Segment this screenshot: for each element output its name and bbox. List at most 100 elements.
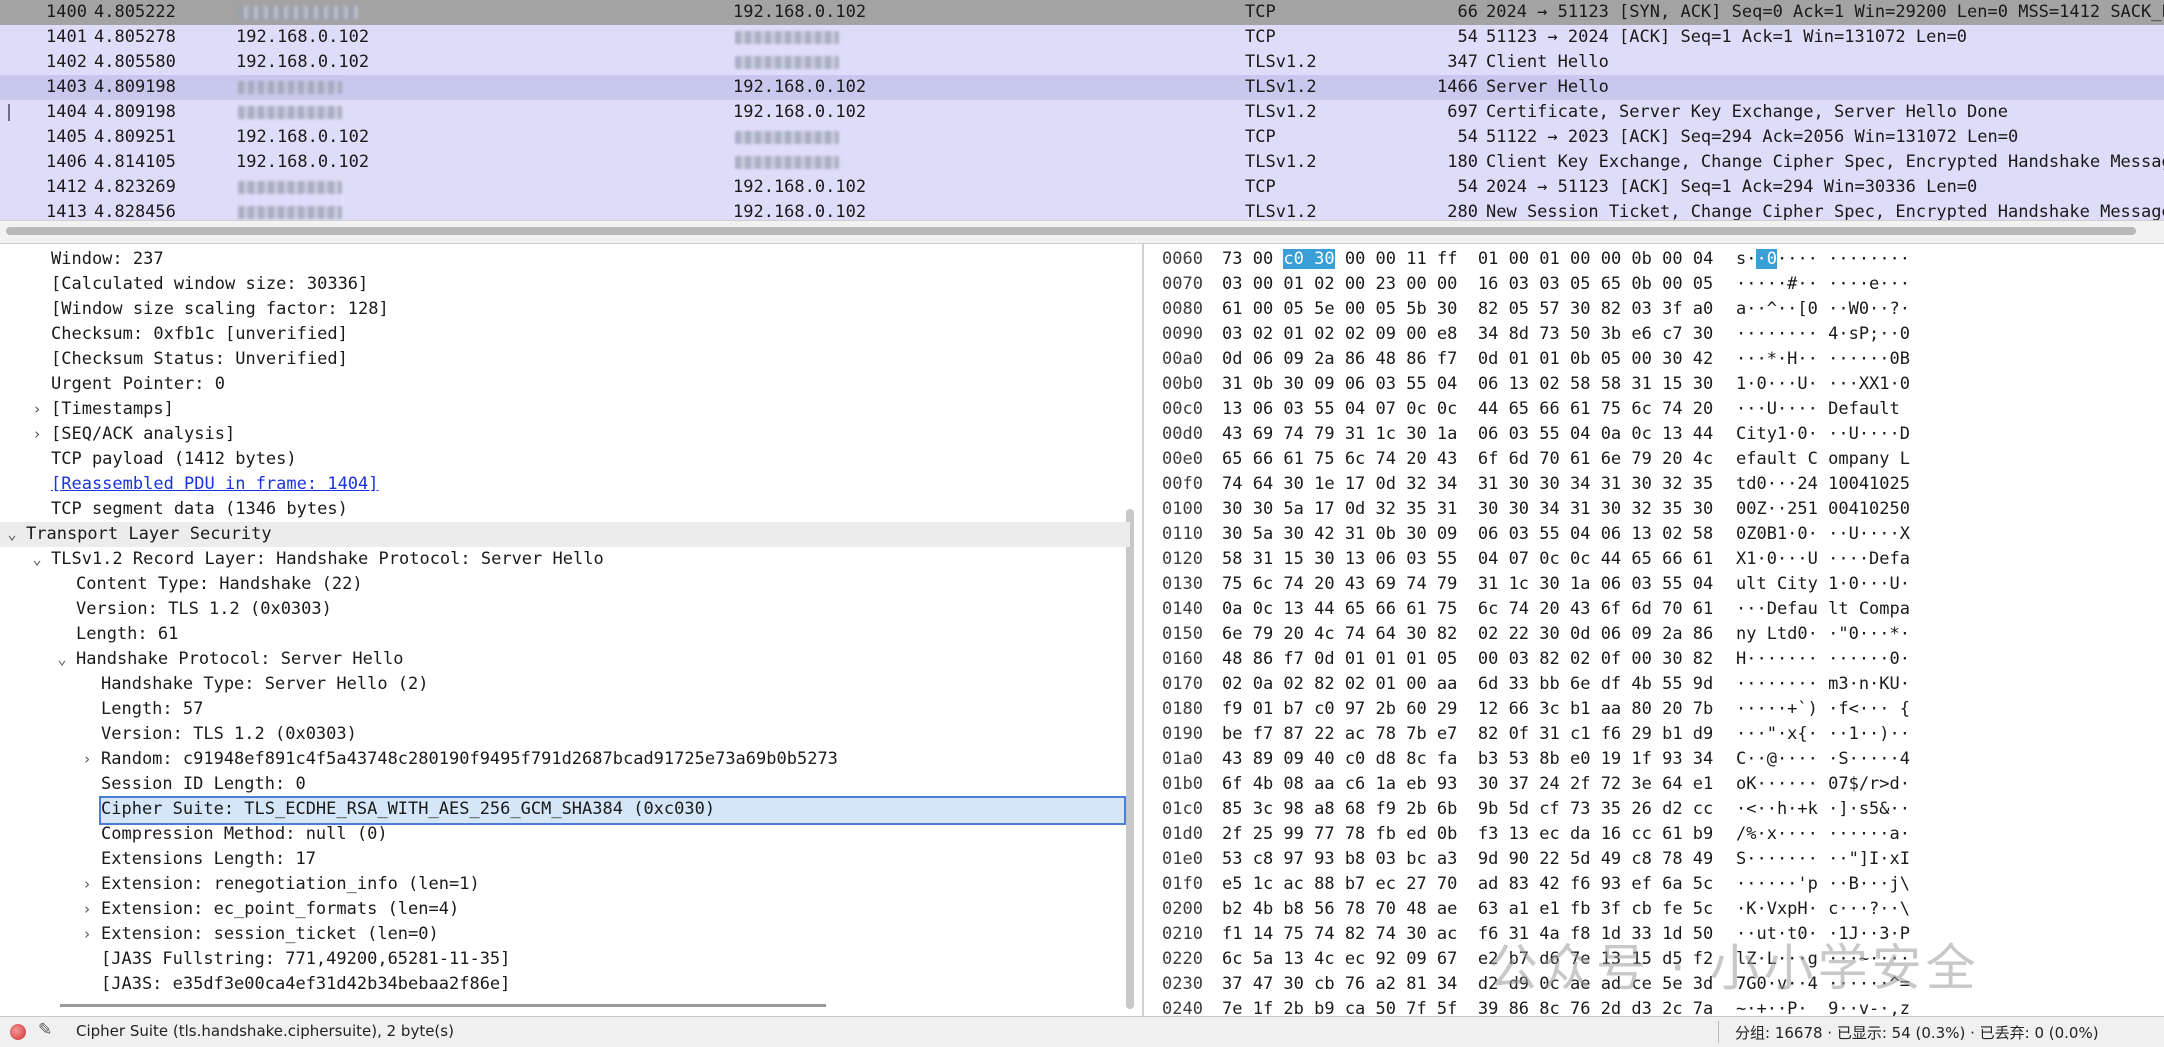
packet-list-hscroll[interactable]	[0, 220, 2164, 244]
detail-row[interactable]: Cipher Suite: TLS_ECDHE_RSA_WITH_AES_256…	[0, 796, 1130, 825]
status-field-info: Cipher Suite (tls.handshake.ciphersuite)…	[76, 1022, 454, 1040]
detail-row[interactable]: Compression Method: null (0)	[0, 822, 1130, 847]
packet-details-pane[interactable]: Window: 237 [Calculated window size: 3033…	[0, 244, 1144, 1016]
detail-row[interactable]: Content Type: Handshake (22)	[0, 572, 1130, 597]
edit-comment-icon[interactable]: ✎	[38, 1020, 52, 1040]
detail-row[interactable]: Checksum: 0xfb1c [unverified]	[0, 322, 1130, 347]
hex-offset: 00e0	[1162, 449, 1203, 469]
detail-row[interactable]: › Random: c91948ef891c4f5a43748c280190f94…	[0, 747, 1130, 772]
packet-time: 4.805222	[94, 2, 176, 22]
collapse-chevron-icon[interactable]: ⌄	[54, 647, 70, 672]
detail-row[interactable]: [Checksum Status: Unverified]	[0, 347, 1130, 372]
detail-row[interactable]: Session ID Length: 0	[0, 772, 1130, 797]
detail-row[interactable]: Window: 237	[0, 247, 1130, 272]
ascii-segment: 0Z0B1·0· ··U····X	[1736, 524, 1910, 544]
hex-bytes-segment: 74 64 30 1e 17 0d 32 34 31 30 30 34 31 3…	[1222, 474, 1714, 494]
detail-row[interactable]: Length: 57	[0, 697, 1130, 722]
detail-row[interactable]: Version: TLS 1.2 (0x0303)	[0, 722, 1130, 747]
hex-bytes-segment: 65 66 61 75 6c 74 20 43 6f 6d 70 61 6e 7…	[1222, 449, 1714, 469]
packet-row[interactable]: 1403 4.809198 192.168.0.102 TLSv1.2 1466 Serv…	[0, 75, 2164, 100]
hex-offset: 0100	[1162, 499, 1203, 519]
hex-bytes-segment: 0a 0c 13 44 65 66 61 75 6c 74 20 43 6f 6…	[1222, 599, 1714, 619]
detail-row[interactable]: TCP segment data (1346 bytes)	[0, 497, 1130, 522]
expand-chevron-icon[interactable]: ›	[29, 422, 45, 447]
ascii-segment: X1·0···U ····Defa	[1736, 549, 1910, 569]
detail-row[interactable]: [JA3S: e35df3e00ca4ef31d42b34bebaa2f86e]	[0, 972, 1130, 997]
expand-chevron-icon[interactable]: ›	[29, 397, 45, 422]
packet-protocol: TCP	[1245, 2, 1276, 22]
hex-bytes-segment: 85 3c 98 a8 68 f9 2b 6b 9b 5d cf 73 35 2…	[1222, 799, 1714, 819]
expert-info-icon[interactable]	[10, 1024, 26, 1040]
hex-offset: 0170	[1162, 674, 1203, 694]
detail-text: Version: TLS 1.2 (0x0303)	[76, 599, 332, 619]
hex-bytes-segment: 43 89 09 40 c0 d8 8c fa b3 53 8b e0 19 1…	[1222, 749, 1714, 769]
packet-row[interactable]: 1413 4.828456 192.168.0.102 TLSv1.2 280 New S…	[0, 200, 2164, 220]
hex-ascii: 0Z0B1·0· ··U····X	[1736, 522, 1910, 547]
packet-length: 54	[1457, 127, 1478, 147]
hex-bytes-segment: 30 5a 30 42 31 0b 30 09 06 03 55 04 06 1…	[1222, 524, 1714, 544]
packet-row[interactable]: 1405 4.809251 192.168.0.102 TCP 54 51122 → 20…	[0, 125, 2164, 150]
redacted-ip-address	[238, 106, 342, 119]
packet-source: 192.168.0.102	[236, 152, 370, 172]
ascii-segment: ·K·VxpH· c···?··\	[1736, 899, 1910, 919]
detail-row[interactable]: ⌄ TLSv1.2 Record Layer: Handshake Protoco…	[0, 547, 1130, 572]
packet-time: 4.814105	[94, 152, 176, 172]
hex-bytes: 02 0a 02 82 02 01 00 aa 6d 33 bb 6e df 4…	[1222, 672, 1713, 697]
detail-row[interactable]: Version: TLS 1.2 (0x0303)	[0, 597, 1130, 622]
packet-protocol: TCP	[1245, 127, 1276, 147]
hex-bytes-segment: 61 00 05 5e 00 05 5b 30 82 05 57 30 82 0…	[1222, 299, 1714, 319]
packet-info: 51123 → 2024 [ACK] Seq=1 Ack=1 Win=13107…	[1486, 27, 1968, 47]
detail-row[interactable]: ⌄ Handshake Protocol: Server Hello	[0, 647, 1130, 672]
hex-offset: 00c0	[1162, 399, 1203, 419]
packet-protocol: TLSv1.2	[1245, 77, 1317, 97]
detail-text: [JA3S: e35df3e00ca4ef31d42b34bebaa2f86e]	[101, 974, 511, 994]
detail-row[interactable]: [Calculated window size: 30336]	[0, 272, 1130, 297]
expand-chevron-icon[interactable]: ›	[79, 872, 95, 897]
packet-row[interactable]: 1404 4.809198 192.168.0.102 TLSv1.2 697 Certi…	[0, 100, 2164, 125]
packet-list-hscroll-thumb[interactable]	[6, 227, 2136, 235]
hex-offset: 01d0	[1162, 824, 1203, 844]
detail-row[interactable]: Extensions Length: 17	[0, 847, 1130, 872]
packet-length: 697	[1447, 102, 1478, 122]
detail-row[interactable]: Handshake Type: Server Hello (2)	[0, 672, 1130, 697]
detail-row[interactable]: › Extension: ec_point_formats (len=4)	[0, 897, 1130, 922]
detail-row[interactable]: › [SEQ/ACK analysis]	[0, 422, 1130, 447]
packet-destination: 192.168.0.102	[733, 102, 867, 122]
detail-row[interactable]: ⌄ Transport Layer Security	[0, 522, 1130, 547]
expand-chevron-icon[interactable]: ›	[79, 747, 95, 772]
packet-row[interactable]: 1406 4.814105 192.168.0.102 TLSv1.2 180 Clien…	[0, 150, 2164, 175]
hex-bytes: 61 00 05 5e 00 05 5b 30 82 05 57 30 82 0…	[1222, 297, 1713, 322]
detail-row[interactable]: Urgent Pointer: 0	[0, 372, 1130, 397]
detail-row[interactable]: TCP payload (1412 bytes)	[0, 447, 1130, 472]
collapse-chevron-icon[interactable]: ⌄	[4, 522, 20, 547]
collapse-chevron-icon[interactable]: ⌄	[29, 547, 45, 572]
related-packet-marker	[8, 104, 10, 121]
packet-time: 4.805278	[94, 27, 176, 47]
expand-chevron-icon[interactable]: ›	[79, 922, 95, 947]
details-hscroll-thumb[interactable]	[60, 1004, 826, 1007]
detail-row[interactable]: [Reassembled PDU in frame: 1404]	[0, 472, 1130, 497]
packet-row[interactable]: 1412 4.823269 192.168.0.102 TCP 54 2024 → 511…	[0, 175, 2164, 200]
packet-bytes-pane[interactable]: 0060 73 00 c0 30 00 00 11 ff 01 00 01 00 …	[1152, 244, 2164, 1016]
hex-offset: 0070	[1162, 274, 1203, 294]
hex-ascii: ·····#·· ····e···	[1736, 272, 1910, 297]
detail-text: Extensions Length: 17	[101, 849, 316, 869]
packet-destination: 192.168.0.102	[733, 2, 867, 22]
hex-bytes: 43 89 09 40 c0 d8 8c fa b3 53 8b e0 19 1…	[1222, 747, 1713, 772]
ascii-segment: ny Ltd0· ·"0···*·	[1736, 624, 1910, 644]
packet-row[interactable]: 1402 4.805580 192.168.0.102 TLSv1.2 347 Clien…	[0, 50, 2164, 75]
packet-row[interactable]: 1401 4.805278 192.168.0.102 TCP 54 51123 → 20…	[0, 25, 2164, 50]
packet-row[interactable]: 1400 4.805222 192.168.0.102 TCP 66 2024 → 511…	[0, 0, 2164, 25]
detail-row[interactable]: Length: 61	[0, 622, 1130, 647]
detail-row[interactable]: › Extension: renegotiation_info (len=1)	[0, 872, 1130, 897]
detail-row[interactable]: [JA3S Fullstring: 771,49200,65281-11-35]	[0, 947, 1130, 972]
detail-text: Compression Method: null (0)	[101, 824, 388, 844]
detail-row[interactable]: [Window size scaling factor: 128]	[0, 297, 1130, 322]
detail-row[interactable]: › [Timestamps]	[0, 397, 1130, 422]
hex-offset: 0080	[1162, 299, 1203, 319]
frame-link[interactable]: [Reassembled PDU in frame: 1404]	[51, 472, 379, 497]
detail-row[interactable]: › Extension: session_ticket (len=0)	[0, 922, 1130, 947]
hex-offset: 01f0	[1162, 874, 1203, 894]
packet-list[interactable]: 1400 4.805222 192.168.0.102 TCP 66 2024 → 511…	[0, 0, 2164, 220]
expand-chevron-icon[interactable]: ›	[79, 897, 95, 922]
